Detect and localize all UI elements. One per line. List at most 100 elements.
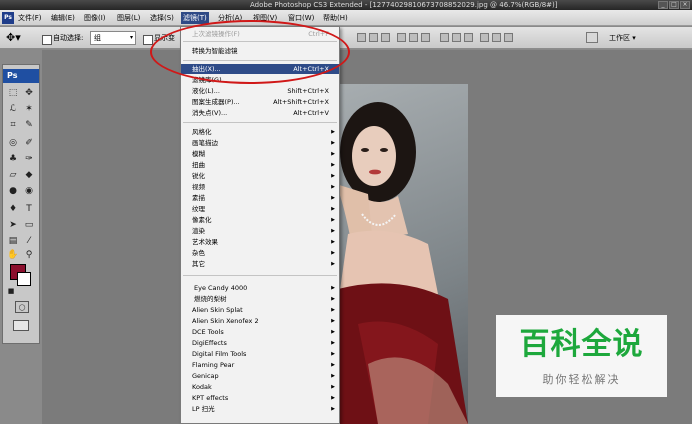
menu-item-pattern-maker[interactable]: 图案生成器(P)... Alt+Shift+Ctrl+X xyxy=(181,97,339,107)
menu-item-plugin[interactable]: 燃烧的梨树 ▶ xyxy=(181,294,339,304)
move-tool-icon[interactable]: ✥ xyxy=(23,87,35,99)
align-top-icon[interactable] xyxy=(357,33,366,42)
healing-brush-icon[interactable]: ◎ xyxy=(7,137,19,149)
tools-panel: Ps ⬚ ✥ ℒ ✶ ⌗ ✎ ◎ ✐ ♣ ✑ ▱ ◆ ● ◉ ♦ T ➤ ▭ ▤… xyxy=(2,64,40,344)
menu-item-last-filter[interactable]: 上次滤镜操作(F) Ctrl+F xyxy=(181,29,339,39)
menu-item-plugin[interactable]: Eye Candy 4000 ▶ xyxy=(181,283,339,293)
menu-item-plugin[interactable]: Kodak ▶ xyxy=(181,382,339,392)
menu-item-plugin[interactable]: Digital Film Tools ▶ xyxy=(181,349,339,359)
document-canvas[interactable] xyxy=(338,84,468,424)
menu-file[interactable]: 文件(F) xyxy=(16,12,44,24)
marquee-tool-icon[interactable]: ⬚ xyxy=(7,87,19,99)
menu-item-distort[interactable]: 扭曲 ▶ xyxy=(181,160,339,170)
close-icon[interactable]: × xyxy=(680,1,690,9)
dodge-tool-icon[interactable]: ◉ xyxy=(23,185,35,197)
align-right-icon[interactable] xyxy=(421,33,430,42)
menu-analysis[interactable]: 分析(A) xyxy=(216,12,244,24)
quick-mask-icon[interactable]: ◯ xyxy=(15,301,29,313)
menu-item-plugin[interactable]: Genicap ▶ xyxy=(181,371,339,381)
background-color-swatch[interactable] xyxy=(17,272,31,286)
screen-mode-icon[interactable] xyxy=(13,320,29,331)
menu-item-plugin[interactable]: KPT effects ▶ xyxy=(181,393,339,403)
hand-tool-icon[interactable]: ✋ xyxy=(7,249,19,261)
path-selection-icon[interactable]: ➤ xyxy=(7,219,19,231)
menu-item-stylize[interactable]: 风格化 ▶ xyxy=(181,127,339,137)
paint-bucket-icon[interactable]: ◆ xyxy=(23,169,35,181)
submenu-arrow-icon: ▶ xyxy=(331,395,335,401)
submenu-arrow-icon: ▶ xyxy=(331,250,335,256)
menu-separator xyxy=(183,275,337,276)
submenu-arrow-icon: ▶ xyxy=(331,217,335,223)
menu-filter[interactable]: 滤镜(T) xyxy=(181,12,209,24)
menu-window[interactable]: 窗口(W) xyxy=(286,12,316,24)
history-brush-icon[interactable]: ✑ xyxy=(23,153,35,165)
workspace-button[interactable]: 工作区 ▾ xyxy=(606,31,639,45)
menu-item-pixelate[interactable]: 像素化 ▶ xyxy=(181,215,339,225)
blur-tool-icon[interactable]: ● xyxy=(7,185,19,197)
title-bar: Adobe Photoshop CS3 Extended - [12774029… xyxy=(0,0,692,10)
distribute-right-icon[interactable] xyxy=(504,33,513,42)
crop-tool-icon[interactable]: ⌗ xyxy=(7,119,19,131)
menu-item-convert-smart-filter[interactable]: 转换为智能滤镜 xyxy=(181,46,339,56)
menu-edit[interactable]: 编辑(E) xyxy=(49,12,77,24)
menu-item-plugin[interactable]: Flaming Pear ▶ xyxy=(181,360,339,370)
maximize-icon[interactable]: □ xyxy=(669,1,679,9)
menu-select[interactable]: 选择(S) xyxy=(148,12,176,24)
menu-item-blur[interactable]: 模糊 ▶ xyxy=(181,149,339,159)
submenu-arrow-icon: ▶ xyxy=(331,206,335,212)
align-bottom-icon[interactable] xyxy=(381,33,390,42)
menu-item-noise[interactable]: 杂色 ▶ xyxy=(181,248,339,258)
slice-tool-icon[interactable]: ✎ xyxy=(23,119,35,131)
minimize-icon[interactable]: _ xyxy=(658,1,668,9)
distribute-top-icon[interactable] xyxy=(440,33,449,42)
align-left-icon[interactable] xyxy=(397,33,406,42)
distribute-bottom-icon[interactable] xyxy=(464,33,473,42)
default-colors-icon[interactable]: ■ xyxy=(5,285,17,297)
shape-tool-icon[interactable]: ▭ xyxy=(23,219,35,231)
menu-item-filter-gallery[interactable]: 滤镜库(G)... xyxy=(181,75,339,85)
auto-select-dropdown[interactable]: 组 ▾ xyxy=(90,31,136,45)
menu-item-plugin[interactable]: Alien Skin Splat ▶ xyxy=(181,305,339,315)
menu-item-plugin[interactable]: LP 扫光 ▶ xyxy=(181,404,339,414)
menu-layer[interactable]: 图层(L) xyxy=(115,12,142,24)
zoom-tool-icon[interactable]: ⚲ xyxy=(23,249,35,261)
menu-item-liquify[interactable]: 液化(L)... Shift+Ctrl+X xyxy=(181,86,339,96)
menu-item-plugin[interactable]: Alien Skin Xenofex 2 ▶ xyxy=(181,316,339,326)
menu-view[interactable]: 视图(V) xyxy=(251,12,279,24)
distribute-middle-icon[interactable] xyxy=(452,33,461,42)
menu-item-texture[interactable]: 纹理 ▶ xyxy=(181,204,339,214)
type-tool-icon[interactable]: T xyxy=(23,203,35,215)
lasso-tool-icon[interactable]: ℒ xyxy=(7,103,19,115)
menu-help[interactable]: 帮助(H) xyxy=(321,12,350,24)
eyedropper-icon[interactable]: ⁄ xyxy=(23,235,35,247)
move-tool-icon[interactable]: ✥▾ xyxy=(6,31,21,45)
align-center-icon[interactable] xyxy=(409,33,418,42)
show-transform-checkbox[interactable] xyxy=(143,35,153,45)
menu-item-vanishing-point[interactable]: 消失点(V)... Alt+Ctrl+V xyxy=(181,108,339,118)
auto-select-checkbox[interactable] xyxy=(42,35,52,45)
menu-item-other[interactable]: 其它 ▶ xyxy=(181,259,339,269)
align-middle-icon[interactable] xyxy=(369,33,378,42)
eraser-tool-icon[interactable]: ▱ xyxy=(7,169,19,181)
bridge-icon[interactable] xyxy=(586,32,598,43)
menu-item-plugin[interactable]: DCE Tools ▶ xyxy=(181,327,339,337)
menu-item-sketch[interactable]: 素描 ▶ xyxy=(181,193,339,203)
submenu-arrow-icon: ▶ xyxy=(331,340,335,346)
menu-item-sharpen[interactable]: 锐化 ▶ xyxy=(181,171,339,181)
magic-wand-icon[interactable]: ✶ xyxy=(23,103,35,115)
submenu-arrow-icon: ▶ xyxy=(331,129,335,135)
menu-image[interactable]: 图像(I) xyxy=(82,12,108,24)
submenu-arrow-icon: ▶ xyxy=(331,318,335,324)
brush-tool-icon[interactable]: ✐ xyxy=(23,137,35,149)
pen-tool-icon[interactable]: ♦ xyxy=(7,203,19,215)
distribute-left-icon[interactable] xyxy=(480,33,489,42)
menu-item-video[interactable]: 视频 ▶ xyxy=(181,182,339,192)
distribute-center-icon[interactable] xyxy=(492,33,501,42)
clone-stamp-icon[interactable]: ♣ xyxy=(7,153,19,165)
menu-item-extract[interactable]: 抽出(X)... Alt+Ctrl+X xyxy=(181,64,339,74)
menu-item-plugin[interactable]: DigiEffects ▶ xyxy=(181,338,339,348)
menu-item-render[interactable]: 渲染 ▶ xyxy=(181,226,339,236)
menu-item-artistic[interactable]: 艺术效果 ▶ xyxy=(181,237,339,247)
menu-item-brush-strokes[interactable]: 画笔描边 ▶ xyxy=(181,138,339,148)
notes-tool-icon[interactable]: ▤ xyxy=(7,235,19,247)
